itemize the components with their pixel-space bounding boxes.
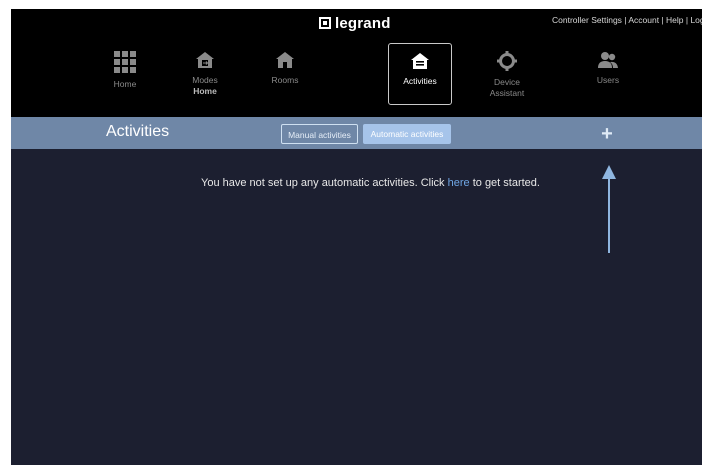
tab-automatic-activities[interactable]: Automatic activities bbox=[363, 124, 451, 144]
header-links[interactable]: Controller Settings | Account | Help | L… bbox=[552, 15, 702, 25]
empty-state-text: You have not set up any automatic activi… bbox=[201, 177, 448, 189]
nav-label-rooms: Rooms bbox=[271, 75, 299, 85]
tab-manual-activities[interactable]: Manual activities bbox=[281, 124, 358, 144]
app-window: legrand Controller Settings | Account | … bbox=[11, 9, 702, 465]
legrand-logo-icon bbox=[319, 17, 331, 29]
get-started-link[interactable]: here bbox=[448, 177, 470, 189]
house-icon bbox=[276, 52, 294, 68]
empty-state-text-end: to get started. bbox=[469, 177, 540, 189]
gear-icon bbox=[497, 51, 517, 71]
nav-label-device: Device bbox=[494, 77, 520, 87]
legrand-logo[interactable]: legrand bbox=[319, 14, 391, 32]
nav-label-home: Home bbox=[113, 79, 137, 89]
add-activity-button[interactable]: + bbox=[596, 123, 618, 145]
nav-item-modes[interactable]: Modes Home bbox=[173, 43, 237, 105]
plus-icon: + bbox=[601, 123, 613, 145]
top-bar: legrand Controller Settings | Account | … bbox=[11, 9, 702, 37]
brand-name: legrand bbox=[335, 14, 391, 32]
grid-icon bbox=[114, 51, 136, 73]
nav-label-users: Users bbox=[596, 75, 620, 85]
nav-sublabel-assistant: Assistant bbox=[489, 88, 525, 98]
empty-state-message: You have not set up any automatic activi… bbox=[201, 177, 540, 189]
nav-item-home[interactable]: Home bbox=[93, 43, 157, 105]
page-title: Activities bbox=[106, 123, 170, 140]
nav-label-modes: Modes bbox=[192, 75, 218, 85]
nav-item-device-assistant[interactable]: Device Assistant bbox=[475, 43, 539, 105]
nav-item-activities[interactable]: Activities bbox=[388, 43, 452, 105]
nav-sublabel-mode: Home bbox=[193, 86, 217, 96]
nav-item-rooms[interactable]: Rooms bbox=[253, 43, 317, 105]
house-exit-icon bbox=[196, 52, 214, 68]
up-arrow-icon bbox=[602, 165, 616, 253]
activities-toolbar: Activities Manual activities Automatic a… bbox=[11, 117, 702, 149]
nav-item-users[interactable]: Users bbox=[576, 43, 640, 105]
content-area: You have not set up any automatic activi… bbox=[11, 149, 702, 465]
users-icon bbox=[598, 52, 618, 68]
nav-label-activities: Activities bbox=[403, 76, 437, 86]
main-nav: Home Modes Home Rooms Activities Device … bbox=[11, 37, 702, 117]
house-list-icon bbox=[411, 53, 429, 69]
